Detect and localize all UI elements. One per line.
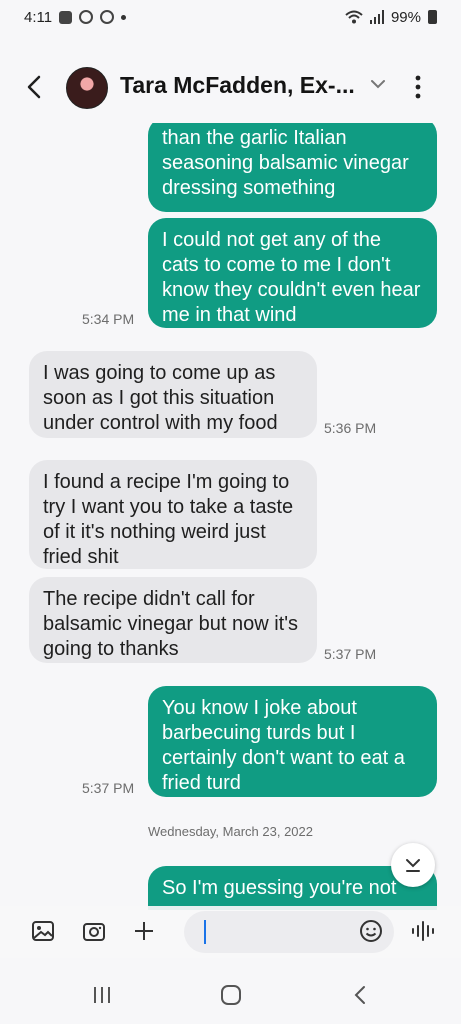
chevron-down-icon [371,80,385,89]
conversation-header: Tara McFadden, Ex-... [0,52,461,122]
battery-icon [428,10,437,24]
add-attachment-button[interactable] [131,918,157,944]
system-navigation-bar [0,964,461,1024]
text-cursor [204,920,206,944]
emoji-icon [360,920,382,942]
more-notifications-dot-icon [121,14,127,20]
message-bubble-incoming[interactable]: The recipe didn't call for balsamic vine… [29,577,317,663]
back-nav-icon [354,986,365,1004]
message-bubble-outgoing[interactable]: I could not get any of the cats to come … [148,218,437,328]
gallery-icon [32,921,54,941]
wifi-icon [345,10,363,24]
status-left: 4:11 [24,8,127,26]
camera-icon [83,923,105,941]
notification-icon-2 [100,10,115,24]
message-bubble-incoming[interactable]: I was going to come up as soon as I got … [29,351,317,438]
status-time: 4:11 [24,8,53,26]
gallery-notification-icon [59,10,73,24]
status-bar: 4:11 99% [0,0,461,34]
message-timestamp: 5:37 PM [324,646,377,662]
more-vertical-icon [415,75,421,99]
scroll-down-icon [406,859,420,872]
message-list[interactable]: than the garlic Italian seasoning balsam… [0,123,461,910]
message-bubble-outgoing[interactable]: than the garlic Italian seasoning balsam… [148,123,437,212]
message-composer [0,906,461,958]
notification-icon [79,10,94,24]
message-bubble-outgoing[interactable]: You know I joke about barbecuing turds b… [148,686,437,797]
contact-details-button[interactable] [370,76,388,96]
date-separator: Wednesday, March 23, 2022 [147,824,313,839]
contact-avatar[interactable] [66,67,108,109]
message-timestamp: 5:37 PM [82,780,135,796]
message-timestamp: 5:34 PM [82,311,135,327]
signal-icon [369,10,384,24]
message-timestamp: 5:36 PM [324,420,377,436]
contact-name[interactable]: Tara McFadden, Ex-... [120,72,360,99]
status-right: 99% [345,9,437,26]
gallery-button[interactable] [30,918,56,944]
more-options-button[interactable] [408,72,428,102]
scroll-to-bottom-button[interactable] [391,843,435,887]
home-button[interactable] [217,982,245,1008]
camera-button[interactable] [81,918,107,944]
home-icon [221,985,241,1005]
back-arrow-icon [27,75,41,99]
plus-icon [135,922,153,940]
message-bubble-incoming[interactable]: I found a recipe I'm going to try I want… [29,460,317,569]
back-nav-button[interactable] [346,982,374,1008]
recent-apps-icon [94,987,110,1003]
recent-apps-button[interactable] [88,982,116,1008]
emoji-button[interactable] [358,918,384,944]
voice-wave-icon [412,921,434,941]
battery-percent: 99% [390,8,421,26]
voice-input-button[interactable] [410,918,436,944]
back-button[interactable] [22,74,46,100]
